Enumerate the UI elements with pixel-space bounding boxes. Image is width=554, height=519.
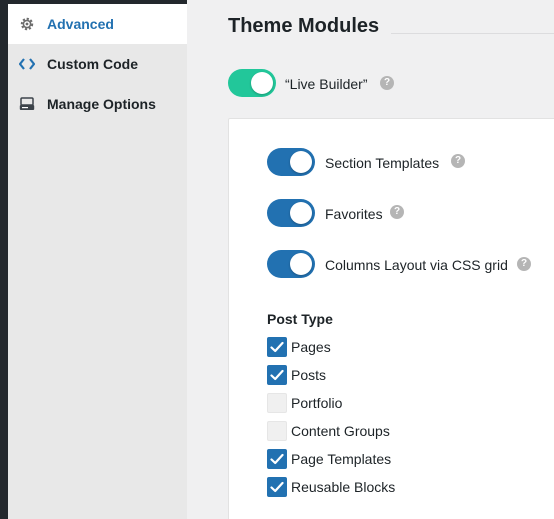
toggle-knob — [290, 253, 312, 275]
live-builder-toggle[interactable] — [228, 69, 276, 97]
checkbox[interactable] — [267, 477, 287, 497]
drive-icon — [18, 95, 36, 113]
help-icon[interactable]: ? — [451, 154, 465, 168]
favorites-toggle[interactable] — [267, 199, 315, 227]
title-divider — [391, 33, 554, 34]
checkbox[interactable] — [267, 449, 287, 469]
section-templates-toggle[interactable] — [267, 148, 315, 176]
toggle-knob — [251, 72, 273, 94]
checkbox-label: Content Groups — [291, 423, 390, 439]
columns-layout-label: Columns Layout via CSS grid — [325, 257, 508, 273]
checkbox-label: Pages — [291, 339, 331, 355]
checkbox[interactable] — [267, 393, 287, 413]
sidebar-item-label: Manage Options — [47, 96, 156, 112]
post-type-option-portfolio[interactable]: Portfolio — [267, 393, 342, 413]
checkbox[interactable] — [267, 337, 287, 357]
settings-sidebar: Advanced Custom Code Manage Options — [8, 0, 187, 519]
admin-menu-strip — [0, 0, 8, 519]
post-type-option-posts[interactable]: Posts — [267, 365, 326, 385]
main-content: Theme Modules “Live Builder” ? Section T… — [187, 0, 554, 519]
checkbox-label: Portfolio — [291, 395, 343, 411]
help-icon[interactable]: ? — [517, 257, 531, 271]
checkbox[interactable] — [267, 365, 287, 385]
checkbox[interactable] — [267, 421, 287, 441]
post-type-option-content-groups[interactable]: Content Groups — [267, 421, 390, 441]
section-templates-label: Section Templates — [325, 155, 440, 171]
toggle-knob — [290, 151, 312, 173]
favorites-label: Favorites — [325, 206, 383, 222]
live-builder-label: “Live Builder” — [285, 76, 368, 92]
checkbox-label: Reusable Blocks — [291, 479, 396, 495]
help-icon[interactable]: ? — [390, 205, 404, 219]
post-type-heading: Post Type — [267, 311, 333, 327]
columns-layout-toggle[interactable] — [267, 250, 315, 278]
sidebar-item-label: Custom Code — [47, 56, 138, 72]
sidebar-item-custom-code[interactable]: Custom Code — [8, 44, 187, 84]
post-type-option-pages[interactable]: Pages — [267, 337, 331, 357]
checkbox-label: Page Templates — [291, 451, 392, 467]
sidebar-item-advanced[interactable]: Advanced — [8, 4, 187, 44]
code-icon — [18, 55, 36, 73]
sidebar-item-manage-options[interactable]: Manage Options — [8, 84, 187, 124]
help-icon[interactable]: ? — [380, 76, 394, 90]
checkbox-label: Posts — [291, 367, 327, 383]
gear-icon — [18, 15, 36, 33]
section-title: Theme Modules — [228, 15, 380, 37]
sidebar-item-label: Advanced — [47, 16, 114, 32]
post-type-option-reusable-blocks[interactable]: Reusable Blocks — [267, 477, 395, 497]
toggle-knob — [290, 202, 312, 224]
post-type-option-page-templates[interactable]: Page Templates — [267, 449, 391, 469]
